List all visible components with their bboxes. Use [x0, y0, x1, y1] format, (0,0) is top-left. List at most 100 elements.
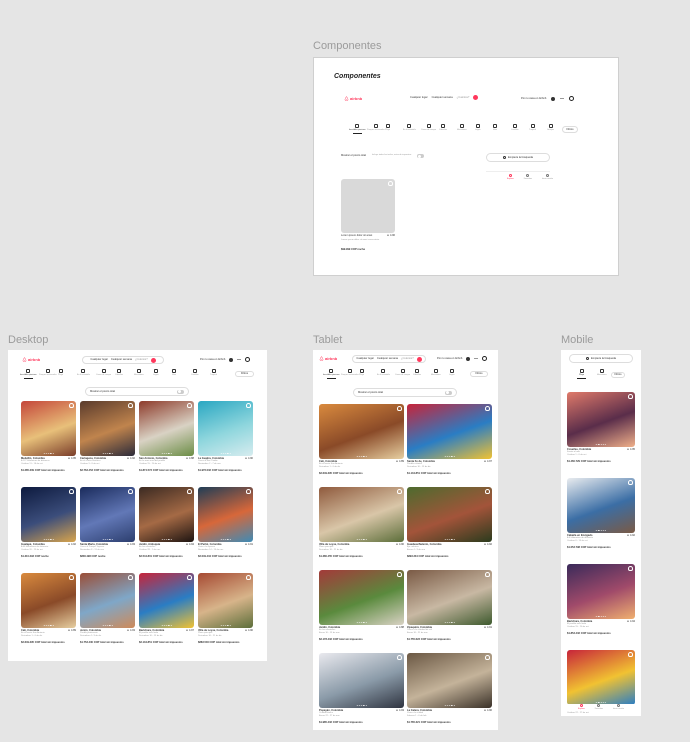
listing-card[interactable]: Cartagena, Colombia ★ 4.92 En el centro hi…: [80, 401, 135, 472]
listing-card[interactable]: Guatapé, Colombia ★ 4.92 A 66 kilómetros d…: [21, 487, 76, 558]
carousel-dot[interactable]: [104, 452, 106, 454]
listing-card[interactable]: La Calera, Colombia ★ 4.96 Vista a la ciud…: [407, 653, 492, 724]
carousel-dots[interactable]: [356, 538, 367, 540]
search-bar[interactable]: Cualquier lugar Cualquier semana ¿Cuánto…: [82, 356, 164, 364]
carousel-dot[interactable]: [604, 443, 607, 445]
search-bar[interactable]: Cualquier lugar Cualquier semana ¿Cuánto…: [410, 95, 479, 100]
heart-icon[interactable]: [397, 572, 402, 577]
category-item[interactable]: Islas: [493, 124, 497, 132]
category-item[interactable]: Lagos: [475, 124, 480, 132]
listing-card[interactable]: Jericó, Colombia ★ 4.93 Pueblo patrimonio D…: [80, 573, 135, 644]
category-item[interactable]: Parques nacionales: [341, 369, 359, 377]
heart-icon[interactable]: [69, 575, 74, 580]
listing-card[interactable]: Coveñas, Colombia ★ 4.95 Frente al mar Octu…: [567, 392, 635, 463]
category-item[interactable]: Cabañas: [413, 369, 421, 377]
carousel-dot[interactable]: [448, 538, 451, 540]
user-avatar-icon[interactable]: [482, 356, 488, 361]
heart-icon[interactable]: [485, 489, 490, 494]
heart-icon[interactable]: [485, 406, 490, 411]
carousel-dot[interactable]: [602, 529, 604, 531]
carousel-dot[interactable]: [444, 704, 446, 706]
carousel-dots[interactable]: [444, 538, 455, 540]
filters-button[interactable]: Filtros: [470, 371, 488, 377]
carousel-dot[interactable]: [109, 538, 111, 540]
user-avatar-icon[interactable]: [569, 96, 575, 101]
heart-icon[interactable]: [69, 489, 74, 494]
filters-button[interactable]: Filtros: [235, 371, 254, 377]
carousel-dot[interactable]: [446, 538, 448, 540]
listing-card[interactable]: Zipaquirá, Colombia ★ 4.91 Cerca a la cate…: [407, 570, 492, 641]
heart-icon[interactable]: [246, 489, 251, 494]
carousel-dot[interactable]: [163, 452, 165, 454]
search-bar[interactable]: Cualquier lugar Cualquier semana ¿Cuánto…: [352, 355, 426, 363]
search-icon[interactable]: [473, 95, 479, 100]
carousel-dot[interactable]: [600, 529, 602, 531]
carousel-dot[interactable]: [165, 452, 168, 454]
carousel-dot[interactable]: [168, 452, 170, 454]
listing-card[interactable]: Medellín, Colombia ★ 4.95 A 127 kilómetros…: [21, 401, 76, 472]
carousel-dot[interactable]: [600, 615, 602, 617]
category-item[interactable]: Parques nacionales: [367, 124, 385, 132]
heart-icon[interactable]: [485, 572, 490, 577]
carousel-dot[interactable]: [45, 624, 47, 626]
carousel-dot[interactable]: [47, 538, 50, 540]
listing-card[interactable]: Cabaña en Envigado ★ 4.92 A 6 kilómetros d…: [567, 478, 635, 549]
carousel-dot[interactable]: [102, 538, 104, 540]
price-toggle-switch[interactable]: [417, 154, 425, 158]
carousel-dot[interactable]: [168, 538, 170, 540]
carousel-dot[interactable]: [595, 701, 598, 703]
carousel-dot[interactable]: [163, 538, 165, 540]
category-item[interactable]: Casas de campo: [96, 369, 111, 377]
carousel-dot[interactable]: [595, 443, 598, 445]
carousel-dot[interactable]: [50, 538, 52, 540]
search-icon[interactable]: [150, 357, 156, 363]
carousel-dot[interactable]: [453, 538, 455, 540]
carousel-dot[interactable]: [222, 538, 224, 540]
category-item[interactable]: Playa: [58, 369, 63, 377]
filters-button[interactable]: Filtros: [611, 372, 625, 378]
heart-icon[interactable]: [485, 655, 490, 660]
heart-icon[interactable]: [187, 575, 192, 580]
search-who[interactable]: ¿Cuántos?: [401, 357, 414, 360]
carousel-dots[interactable]: [595, 615, 607, 617]
search-when[interactable]: Cualquier semana: [432, 96, 453, 99]
carousel-dot[interactable]: [229, 538, 231, 540]
carousel-dot[interactable]: [52, 624, 54, 626]
listing-card[interactable]: Barichara, Colombia ★ 4.94 El pueblo más l…: [567, 564, 635, 635]
carousel-dot[interactable]: [106, 452, 109, 454]
carousel-dot[interactable]: [104, 624, 106, 626]
menu-icon[interactable]: [560, 98, 565, 99]
carousel-dot[interactable]: [356, 455, 358, 457]
carousel-dot[interactable]: [358, 455, 360, 457]
heart-icon[interactable]: [187, 489, 192, 494]
filters-button[interactable]: Filtros: [562, 126, 578, 133]
nav-favorites[interactable]: Favoritos: [595, 704, 603, 711]
carousel-dot[interactable]: [161, 452, 163, 454]
carousel-dot[interactable]: [358, 621, 360, 623]
carousel-dot[interactable]: [600, 443, 602, 445]
carousel-dots[interactable]: [43, 624, 54, 626]
carousel-dot[interactable]: [595, 615, 598, 617]
carousel-dot[interactable]: [602, 443, 604, 445]
carousel-dot[interactable]: [43, 624, 45, 626]
category-item[interactable]: Mansiones: [431, 369, 441, 377]
carousel-dot[interactable]: [365, 538, 367, 540]
carousel-dot[interactable]: [604, 529, 607, 531]
heart-icon[interactable]: [628, 394, 633, 399]
heart-icon[interactable]: [628, 566, 633, 571]
carousel-dots[interactable]: [43, 452, 54, 454]
carousel-dot[interactable]: [451, 621, 453, 623]
carousel-dot[interactable]: [598, 701, 600, 703]
host-link[interactable]: Pon tu casa en Airbnb: [437, 357, 462, 360]
carousel-dot[interactable]: [161, 624, 163, 626]
carousel-dot[interactable]: [360, 538, 363, 540]
host-link[interactable]: Pon tu casa en Airbnb: [200, 358, 225, 361]
menu-icon[interactable]: [237, 359, 242, 360]
placeholder-listing-card[interactable]: Lorem ipsum dolor sit amet ★ 4.96 Lorem …: [341, 179, 395, 252]
carousel-dots[interactable]: [102, 624, 113, 626]
heart-icon[interactable]: [128, 575, 133, 580]
search-where[interactable]: Cualquier lugar: [410, 96, 428, 99]
category-item[interactable]: Cabañas: [115, 369, 123, 377]
listing-card[interactable]: El Peñol, Colombia ★ 4.91 Vista a la repre…: [198, 487, 253, 558]
carousel-dots[interactable]: [595, 701, 607, 703]
